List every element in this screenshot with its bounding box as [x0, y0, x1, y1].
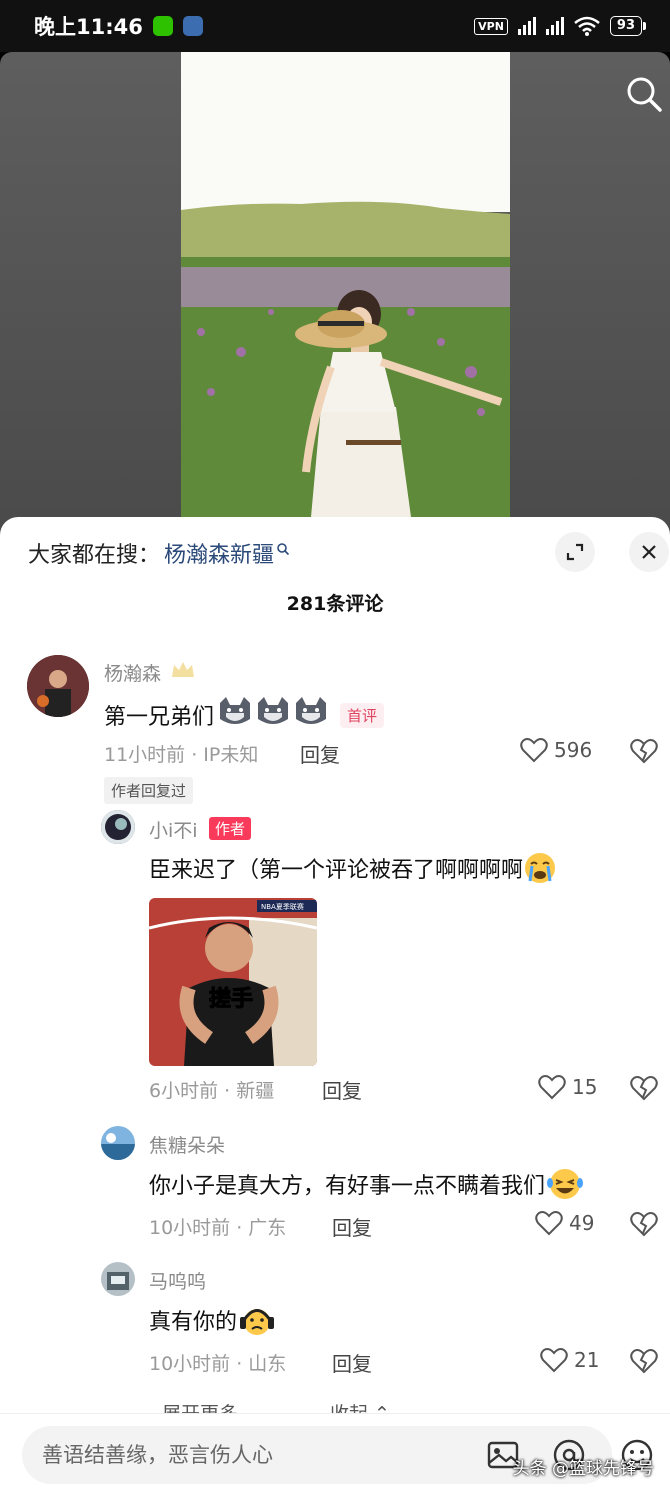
- reaction-image[interactable]: NBA夏季联赛 搓手: [149, 898, 317, 1066]
- watermark: 头条 @篮球先锋号: [512, 1459, 654, 1479]
- status-indicators: VPN 93: [474, 16, 647, 36]
- search-icon-small: [277, 543, 290, 556]
- avatar[interactable]: [101, 810, 135, 844]
- comment-meta: 11小时前 · IP未知: [104, 744, 259, 766]
- like-button[interactable]: 21: [540, 1347, 599, 1373]
- close-button[interactable]: [629, 532, 669, 572]
- signal-icon: [517, 17, 536, 35]
- heart-icon: [520, 738, 548, 763]
- broken-heart-icon[interactable]: [630, 1211, 658, 1237]
- battery-indicator: 93: [609, 16, 647, 36]
- reply-button[interactable]: 回复: [332, 1348, 372, 1377]
- reply-username[interactable]: 小i不i: [149, 816, 198, 843]
- reply-button[interactable]: 回复: [300, 739, 340, 768]
- avatar-image: [101, 810, 135, 844]
- like-count: 49: [569, 1211, 595, 1235]
- reply-button[interactable]: 回复: [322, 1075, 362, 1104]
- reply-username[interactable]: 焦糖朵朵: [149, 1131, 225, 1158]
- reply-text: 臣来迟了（第一个评论被吞了啊啊啊啊: [149, 851, 557, 885]
- crying-emoji-icon: [525, 853, 556, 883]
- status-bar: 晚上11:46 VPN 93: [0, 0, 670, 52]
- reply-meta: 10小时前 · 山东: [149, 1353, 287, 1375]
- reply-text-content: 真有你的: [149, 1310, 238, 1335]
- like-button[interactable]: 49: [535, 1210, 594, 1236]
- broken-heart-icon[interactable]: [630, 1348, 658, 1374]
- hot-search-prefix: 大家都在搜：: [28, 543, 161, 568]
- expand-icon: [566, 543, 584, 561]
- wolf-emoji-icon: [216, 695, 330, 735]
- avatar[interactable]: [27, 655, 89, 717]
- comment-sheet: 大家都在搜： 杨瀚森新疆 281条评论 杨瀚森 第一兄弟们 首评 11小时前 ·…: [0, 517, 670, 1491]
- reply-text-content: 你小子是真大方，有好事一点不瞒着我们: [149, 1174, 546, 1199]
- reply-meta: 6小时前 · 新疆: [149, 1080, 275, 1102]
- svg-text:搓手: 搓手: [209, 986, 253, 1012]
- reply-text: 真有你的: [149, 1303, 277, 1337]
- reply-meta: 10小时前 · 广东: [149, 1217, 287, 1239]
- like-button[interactable]: 15: [538, 1074, 597, 1100]
- heart-icon: [535, 1211, 563, 1236]
- avatar[interactable]: [101, 1262, 135, 1296]
- author-replied-badge: 作者回复过: [104, 777, 194, 804]
- wifi-icon: [574, 16, 600, 36]
- close-icon: [642, 545, 656, 559]
- reply-username[interactable]: 马呜呜: [149, 1267, 206, 1294]
- author-badge: 作者: [209, 817, 252, 840]
- expand-button[interactable]: [555, 532, 595, 572]
- like-count: 596: [554, 738, 593, 762]
- hot-search-term[interactable]: 杨瀚森新疆: [164, 537, 274, 569]
- search-icon[interactable]: [624, 74, 664, 114]
- video-frame[interactable]: [181, 52, 510, 517]
- broken-heart-icon[interactable]: [630, 738, 658, 764]
- reaction-image-content: NBA夏季联赛 搓手: [149, 898, 317, 1066]
- status-time: 晚上11:46: [34, 15, 143, 39]
- avatar-image: [101, 1126, 135, 1160]
- headphone-emoji-icon: [240, 1309, 275, 1335]
- comment-username[interactable]: 杨瀚森: [104, 659, 161, 686]
- app-notification-icon: [182, 16, 203, 36]
- like-count: 15: [572, 1075, 598, 1099]
- like-button[interactable]: 596: [520, 737, 592, 763]
- comment-input-bar: 善语结善缘，恶言伤人心 头条 @篮球先锋号: [0, 1413, 670, 1491]
- first-comment-badge: 首评: [340, 702, 385, 728]
- hot-search[interactable]: 大家都在搜： 杨瀚森新疆: [28, 537, 290, 569]
- laughing-tears-emoji-icon: [547, 1169, 584, 1199]
- vpn-badge: VPN: [474, 17, 508, 35]
- heart-icon: [540, 1348, 568, 1373]
- reply-text-content: 臣来迟了（第一个评论被吞了啊啊啊啊: [149, 858, 524, 883]
- like-count: 21: [574, 1348, 600, 1372]
- avatar-image: [27, 655, 89, 717]
- heart-icon: [538, 1075, 566, 1100]
- broken-heart-icon[interactable]: [630, 1075, 658, 1101]
- svg-text:NBA夏季联赛: NBA夏季联赛: [261, 902, 304, 911]
- wechat-icon: [152, 16, 173, 36]
- avatar-image: [101, 1262, 135, 1296]
- crown-icon: [172, 662, 194, 677]
- comment-text-content: 第一兄弟们: [104, 705, 215, 730]
- comment-count: 281条评论: [286, 593, 384, 615]
- reply-text: 你小子是真大方，有好事一点不瞒着我们: [149, 1167, 585, 1201]
- signal-icon-2: [545, 17, 564, 35]
- video-area[interactable]: [0, 52, 670, 542]
- reply-button[interactable]: 回复: [332, 1212, 372, 1241]
- comment-text: 第一兄弟们 首评: [104, 695, 385, 735]
- avatar[interactable]: [101, 1126, 135, 1160]
